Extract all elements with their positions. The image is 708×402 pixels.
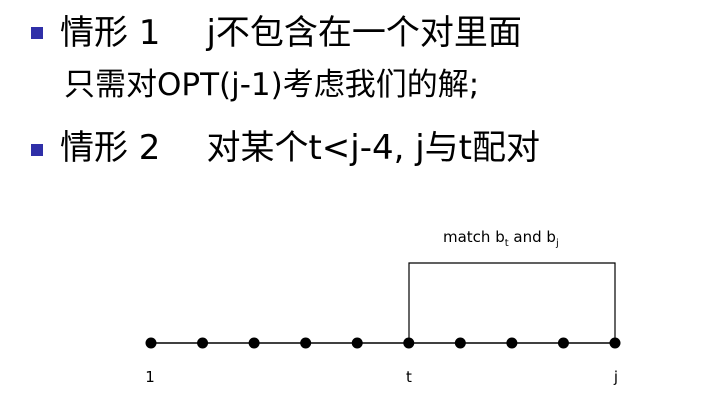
node-dot (197, 337, 209, 349)
node-dot (300, 337, 312, 349)
node-dot (403, 337, 415, 349)
node-label-j: j (613, 368, 618, 386)
match-bracket (408, 262, 616, 343)
node-dot (506, 337, 518, 349)
node-label-1: 1 (145, 368, 155, 386)
node-dot (609, 337, 621, 349)
node-dot (351, 337, 363, 349)
node-dot (145, 337, 157, 349)
match-label: match bt and bj (443, 228, 559, 249)
pairing-diagram: match bt and bj 1 t j (145, 228, 621, 386)
node-label-t: t (406, 368, 412, 386)
node-dot (557, 337, 569, 349)
node-dot (248, 337, 260, 349)
node-dot (454, 337, 466, 349)
